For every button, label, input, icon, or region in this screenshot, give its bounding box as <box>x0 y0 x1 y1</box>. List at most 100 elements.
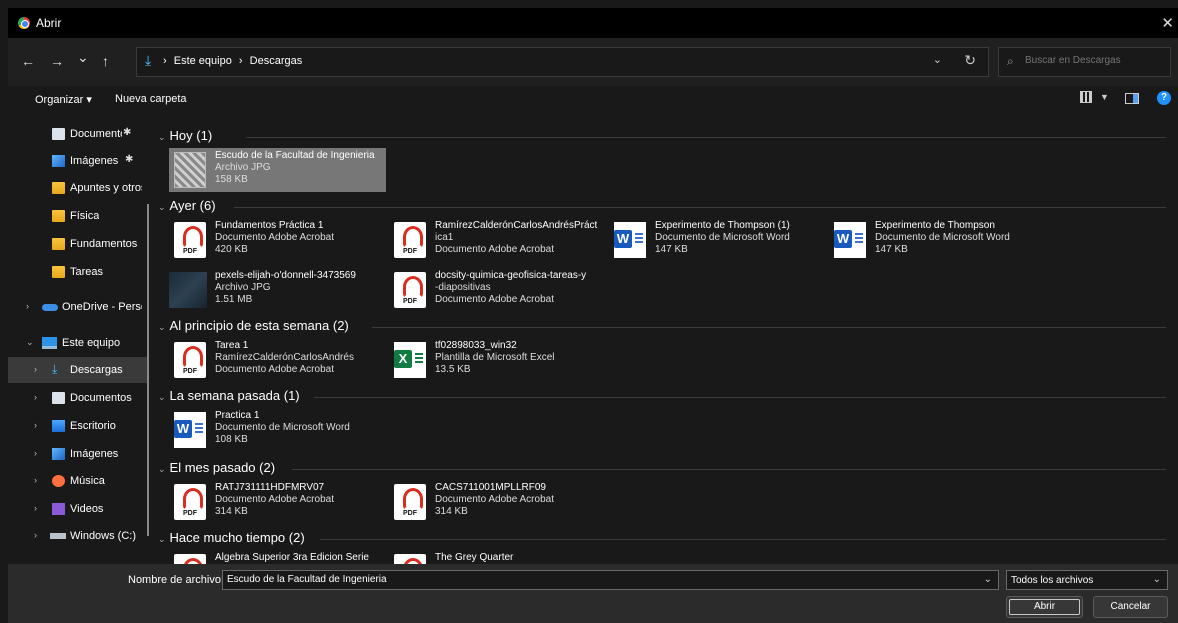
sidebar-item-label: Imágenes <box>70 155 119 167</box>
sidebar-item-label: Física <box>70 210 100 222</box>
file-item[interactable]: Escudo de la Facultad de Ingenieria Arch… <box>169 148 386 192</box>
collapse-chevron-icon: ⌄ <box>158 464 166 474</box>
address-bar[interactable]: ⤓ › Este equipo › Descargas ⌄ ↻ <box>136 47 989 77</box>
file-item[interactable]: RamírezCalderónCarlosAndrésPráct ica1 Do… <box>389 218 604 262</box>
sidebar-item-windows-c[interactable]: › Windows (C:) <box>8 523 147 549</box>
sidebar-item-label: Videos <box>70 503 104 515</box>
pdf-icon <box>174 222 206 258</box>
filename-combobox[interactable]: ⌄ <box>222 570 999 590</box>
file-item[interactable]: Experimento de Thompson Documento de Mic… <box>829 218 1044 262</box>
chevron-down-icon[interactable]: ⌄ <box>1153 574 1161 585</box>
recent-locations-chevron-icon[interactable]: ⌄ <box>77 49 89 66</box>
expand-chevron-icon[interactable]: › <box>34 364 37 374</box>
file-size: 420 KB <box>215 244 248 255</box>
forward-arrow-icon[interactable]: → <box>50 53 64 69</box>
sidebar-item-label: Fundamentos d <box>70 238 140 250</box>
filename-input[interactable] <box>227 574 967 585</box>
file-item[interactable]: Fundamentos Práctica 1 Documento Adobe A… <box>169 218 384 262</box>
image-thumbnail <box>174 152 206 188</box>
group-header-ayer[interactable]: ⌄ Ayer (6) <box>158 198 216 216</box>
file-size: 1.51 MB <box>215 294 253 305</box>
new-folder-button[interactable]: Nueva carpeta <box>115 93 187 105</box>
sidebar-item-label: Tareas <box>70 266 104 278</box>
expand-chevron-icon[interactable]: › <box>34 530 37 540</box>
sidebar-item-label: Windows (C:) <box>70 530 137 542</box>
cancel-button[interactable]: Cancelar <box>1093 596 1168 618</box>
sidebar-item-label: Apuntes y otros <box>70 182 142 194</box>
search-box[interactable]: ⌕ <box>998 47 1171 77</box>
filetype-select[interactable]: Todos los archivos ⌄ <box>1006 570 1168 590</box>
sidebar-item-imagenes-pinned[interactable]: Imágenes ✱ <box>8 148 147 174</box>
group-title: Al principio de esta semana (2) <box>169 318 349 333</box>
refresh-icon[interactable]: ↻ <box>964 52 976 69</box>
sidebar-item-documentos[interactable]: › Documentos <box>8 385 147 411</box>
file-type: Documento Adobe Acrobat <box>215 494 334 505</box>
expand-chevron-icon[interactable]: › <box>34 503 37 513</box>
change-view-icon[interactable] <box>1080 91 1092 103</box>
group-header-al-principio-de-esta-semana[interactable]: ⌄ Al principio de esta semana (2) <box>158 318 349 336</box>
collapse-chevron-icon[interactable]: ⌄ <box>26 337 34 348</box>
sidebar-item-fisica[interactable]: Física <box>8 203 147 229</box>
expand-chevron-icon[interactable]: › <box>34 475 37 485</box>
sidebar-item-imagenes[interactable]: › Imágenes <box>8 441 147 467</box>
pin-icon: ✱ <box>123 127 132 138</box>
file-item[interactable]: docsity-quimica-geofisica-tareas-y -diap… <box>389 268 604 312</box>
sidebar-item-musica[interactable]: › Música <box>8 468 147 494</box>
file-name: CACS711001MPLLRF09 <box>435 482 546 493</box>
sidebar-item-videos[interactable]: › Videos <box>8 496 147 522</box>
file-size: 158 KB <box>215 174 248 185</box>
word-icon <box>174 412 206 448</box>
file-item[interactable]: The Grey Quarter <box>389 550 604 564</box>
breadcrumb-descargas[interactable]: Descargas <box>250 55 303 67</box>
file-name: Fundamentos Práctica 1 <box>215 220 324 231</box>
sidebar-item-apuntes[interactable]: Apuntes y otros <box>8 175 147 201</box>
open-button[interactable]: Abrir <box>1006 596 1083 618</box>
back-arrow-icon[interactable]: ← <box>21 53 35 69</box>
sidebar-scrollbar[interactable] <box>147 204 149 536</box>
organize-menu-button[interactable]: Organizar ▾ <box>35 93 92 106</box>
file-item[interactable]: Practica 1 Documento de Microsoft Word 1… <box>169 408 384 452</box>
file-item[interactable]: pexels-elijah-o'donnell-3473569 Archivo … <box>169 268 384 312</box>
help-icon[interactable]: ? <box>1157 91 1171 105</box>
file-size: 314 KB <box>435 506 468 517</box>
close-icon[interactable]: ✕ <box>1161 14 1174 32</box>
file-item[interactable]: RATJ731111HDFMRV07 Documento Adobe Acrob… <box>169 480 384 524</box>
group-divider <box>314 397 1166 398</box>
sidebar-item-este-equipo[interactable]: ⌄ Este equipo <box>8 330 147 356</box>
file-item[interactable]: tf02898033_win32 Plantilla de Microsoft … <box>389 338 604 382</box>
file-item[interactable]: Algebra Superior 3ra Edicion Serie <box>169 550 384 564</box>
up-arrow-icon[interactable]: ↑ <box>102 53 109 69</box>
pin-icon: ✱ <box>125 154 134 165</box>
file-size: 147 KB <box>655 244 688 255</box>
search-input[interactable] <box>1025 55 1165 66</box>
expand-chevron-icon[interactable]: › <box>34 392 37 402</box>
address-history-chevron-icon[interactable]: ⌄ <box>933 53 942 66</box>
expand-chevron-icon[interactable]: › <box>34 448 37 458</box>
file-type: Documento de Microsoft Word <box>215 422 350 433</box>
group-divider <box>246 137 1166 138</box>
group-header-la-semana-pasada[interactable]: ⌄ La semana pasada (1) <box>158 388 300 406</box>
group-header-el-mes-pasado[interactable]: ⌄ El mes pasado (2) <box>158 460 275 478</box>
expand-chevron-icon[interactable]: › <box>34 420 37 430</box>
group-header-hace-mucho-tiempo[interactable]: ⌄ Hace mucho tiempo (2) <box>158 530 305 548</box>
file-item[interactable]: Experimento de Thompson (1) Documento de… <box>609 218 824 262</box>
command-bar: Organizar ▾ Nueva carpeta ▼ ? <box>8 86 1178 114</box>
group-title: La semana pasada (1) <box>169 388 300 403</box>
file-item[interactable]: Tarea 1 RamírezCalderónCarlosAndrés Docu… <box>169 338 384 382</box>
sidebar-item-tareas[interactable]: Tareas <box>8 259 147 285</box>
sidebar-item-fundamentos[interactable]: Fundamentos d <box>8 231 147 257</box>
sidebar-item-onedrive[interactable]: › OneDrive - Perso <box>8 294 147 320</box>
expand-chevron-icon[interactable]: › <box>26 301 29 311</box>
preview-pane-icon[interactable] <box>1125 93 1139 104</box>
chrome-app-icon <box>18 17 30 29</box>
breadcrumb-este-equipo[interactable]: Este equipo <box>174 55 232 67</box>
view-options-chevron-icon[interactable]: ▼ <box>1100 92 1109 102</box>
sidebar-item-escritorio[interactable]: › Escritorio <box>8 413 147 439</box>
chevron-down-icon[interactable]: ⌄ <box>984 574 992 585</box>
file-item[interactable]: CACS711001MPLLRF09 Documento Adobe Acrob… <box>389 480 604 524</box>
collapse-chevron-icon: ⌄ <box>158 132 166 142</box>
desktop-icon <box>52 420 65 432</box>
group-header-hoy[interactable]: ⌄ Hoy (1) <box>158 128 212 146</box>
sidebar-item-descargas[interactable]: › ⤓ Descargas <box>8 357 147 383</box>
sidebar-item-documentos-pinned[interactable]: Documento ✱ <box>8 121 147 147</box>
